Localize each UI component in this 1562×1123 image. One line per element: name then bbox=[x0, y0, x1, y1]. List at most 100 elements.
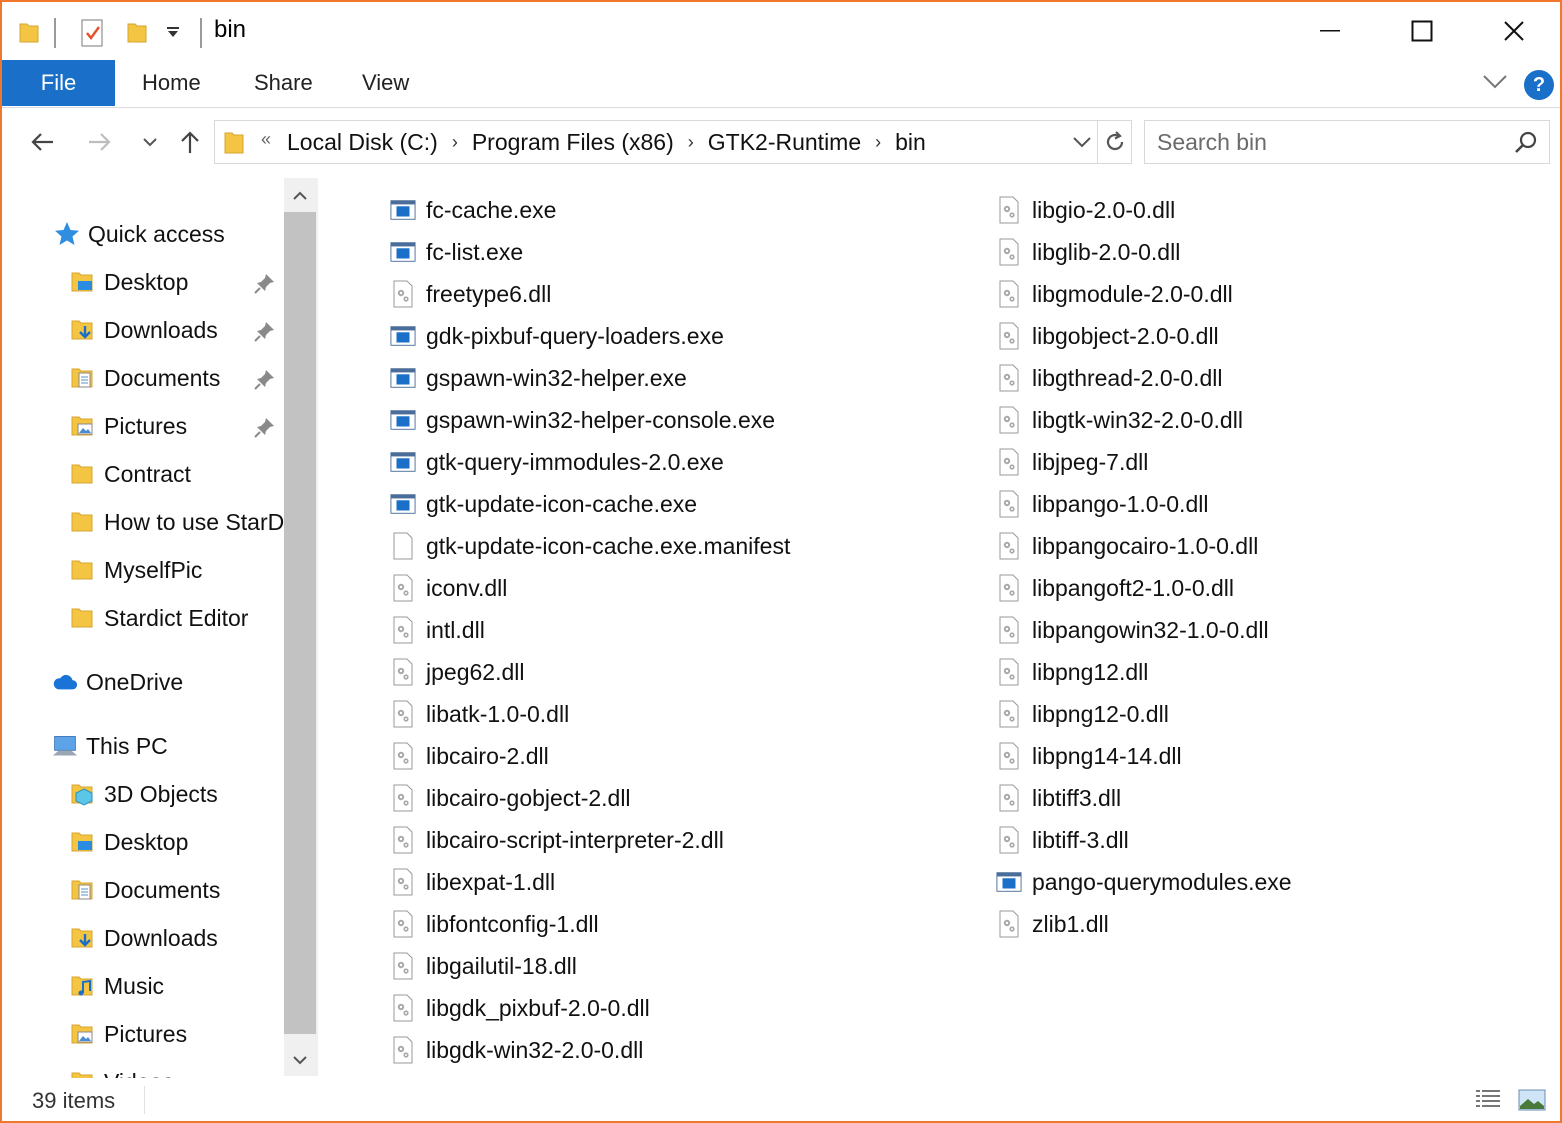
sidebar-item-3d-objects[interactable]: 3D Objects bbox=[70, 772, 218, 816]
file-item[interactable]: libcairo-gobject-2.dll bbox=[390, 778, 631, 818]
sidebar-item-documents[interactable]: Documents bbox=[70, 868, 220, 912]
file-item[interactable]: libexpat-1.dll bbox=[390, 862, 555, 902]
file-item[interactable]: fc-list.exe bbox=[390, 232, 523, 272]
sidebar-item-stardict-editor[interactable]: Stardict Editor bbox=[70, 596, 248, 640]
file-item[interactable]: libtiff3.dll bbox=[996, 778, 1121, 818]
close-button[interactable] bbox=[1468, 2, 1560, 60]
sidebar-item-videos[interactable]: Videos bbox=[70, 1060, 174, 1078]
sidebar-item-how-to-use-stard[interactable]: How to use StarD bbox=[70, 500, 284, 544]
refresh-button[interactable] bbox=[1098, 120, 1132, 164]
file-item[interactable]: libgthread-2.0-0.dll bbox=[996, 358, 1223, 398]
file-item[interactable]: zlib1.dll bbox=[996, 904, 1109, 944]
breadcrumb-separator-icon[interactable]: › bbox=[875, 132, 881, 153]
forward-arrow-icon[interactable] bbox=[82, 124, 118, 160]
file-item[interactable]: libpangowin32-1.0-0.dll bbox=[996, 610, 1269, 650]
pin-icon[interactable] bbox=[254, 368, 276, 390]
crumb-local-disk[interactable]: Local Disk (C:) bbox=[287, 129, 438, 156]
sidebar-item-contract[interactable]: Contract bbox=[70, 452, 191, 496]
sidebar-item-this-pc[interactable]: This PC bbox=[52, 724, 168, 768]
pin-icon[interactable] bbox=[254, 320, 276, 342]
sidebar-item-desktop[interactable]: Desktop bbox=[70, 820, 188, 864]
file-item[interactable]: libpangocairo-1.0-0.dll bbox=[996, 526, 1258, 566]
properties-icon[interactable] bbox=[80, 18, 106, 53]
crumb-bin[interactable]: bin bbox=[895, 129, 926, 156]
sidebar-item-desktop[interactable]: Desktop bbox=[70, 260, 188, 304]
sidebar-item-downloads[interactable]: Downloads bbox=[70, 308, 218, 352]
file-item[interactable]: iconv.dll bbox=[390, 568, 507, 608]
tab-file[interactable]: File bbox=[2, 60, 115, 106]
back-arrow-icon[interactable] bbox=[24, 124, 60, 160]
breadcrumb-separator-icon[interactable]: › bbox=[688, 132, 694, 153]
file-item[interactable]: libjpeg-7.dll bbox=[996, 442, 1148, 482]
sidebar-item-myselfpic[interactable]: MyselfPic bbox=[70, 548, 202, 592]
scroll-up-icon[interactable] bbox=[284, 180, 316, 212]
file-item[interactable]: jpeg62.dll bbox=[390, 652, 524, 692]
large-icons-view-icon[interactable] bbox=[1516, 1086, 1548, 1114]
crumb-program-files[interactable]: Program Files (x86) bbox=[472, 129, 674, 156]
sidebar-item-music[interactable]: Music bbox=[70, 964, 164, 1008]
tab-view[interactable]: View bbox=[362, 60, 409, 106]
search-icon[interactable] bbox=[1513, 130, 1539, 161]
sidebar-item-onedrive[interactable]: OneDrive bbox=[52, 660, 183, 704]
new-folder-icon[interactable] bbox=[126, 20, 148, 49]
up-arrow-icon[interactable] bbox=[172, 124, 208, 160]
file-item[interactable]: libpng14-14.dll bbox=[996, 736, 1182, 776]
file-item[interactable]: libgailutil-18.dll bbox=[390, 946, 577, 986]
address-bar[interactable]: « Local Disk (C:) › Program Files (x86) … bbox=[214, 120, 1098, 164]
file-item[interactable]: libtiff-3.dll bbox=[996, 820, 1129, 860]
file-item[interactable]: libgdk-win32-2.0-0.dll bbox=[390, 1030, 643, 1070]
maximize-button[interactable] bbox=[1376, 2, 1468, 60]
file-item[interactable]: pango-querymodules.exe bbox=[996, 862, 1292, 902]
scroll-down-icon[interactable] bbox=[284, 1044, 316, 1076]
file-item[interactable]: gtk-update-icon-cache.exe bbox=[390, 484, 697, 524]
file-item[interactable]: libgobject-2.0-0.dll bbox=[996, 316, 1219, 356]
file-item[interactable]: gtk-query-immodules-2.0.exe bbox=[390, 442, 724, 482]
address-dropdown-icon[interactable] bbox=[1070, 131, 1094, 153]
customize-qat-icon[interactable] bbox=[166, 26, 180, 44]
file-name: libgtk-win32-2.0-0.dll bbox=[1032, 406, 1243, 433]
file-item[interactable]: gtk-update-icon-cache.exe.manifest bbox=[390, 526, 790, 566]
file-item[interactable]: libpangoft2-1.0-0.dll bbox=[996, 568, 1234, 608]
pin-icon[interactable] bbox=[254, 416, 276, 438]
scrollbar-thumb[interactable] bbox=[284, 212, 316, 1034]
sidebar-item-pictures[interactable]: Pictures bbox=[70, 404, 187, 448]
file-item[interactable]: gspawn-win32-helper-console.exe bbox=[390, 400, 775, 440]
sidebar-item-downloads[interactable]: Downloads bbox=[70, 916, 218, 960]
sidebar-scrollbar[interactable] bbox=[284, 178, 316, 1076]
recent-locations-icon[interactable] bbox=[132, 124, 168, 160]
breadcrumb-separator-icon[interactable]: › bbox=[452, 132, 458, 153]
file-item[interactable]: libglib-2.0-0.dll bbox=[996, 232, 1180, 272]
file-item[interactable]: libpng12-0.dll bbox=[996, 694, 1169, 734]
minimize-button[interactable] bbox=[1284, 2, 1376, 60]
blank-file-icon bbox=[390, 532, 416, 560]
file-item[interactable]: libgtk-win32-2.0-0.dll bbox=[996, 400, 1243, 440]
file-item[interactable]: libatk-1.0-0.dll bbox=[390, 694, 569, 734]
tab-home[interactable]: Home bbox=[142, 60, 201, 106]
3d-objects-icon bbox=[70, 781, 96, 807]
file-item[interactable]: libfontconfig-1.dll bbox=[390, 904, 599, 944]
overflow-chevron-icon[interactable]: « bbox=[261, 129, 271, 150]
file-item[interactable]: freetype6.dll bbox=[390, 274, 551, 314]
file-item[interactable]: gdk-pixbuf-query-loaders.exe bbox=[390, 316, 724, 356]
file-item[interactable]: fc-cache.exe bbox=[390, 190, 556, 230]
file-item[interactable]: libgdk_pixbuf-2.0-0.dll bbox=[390, 988, 650, 1028]
sidebar-item-documents[interactable]: Documents bbox=[70, 356, 220, 400]
file-item[interactable]: libgio-2.0-0.dll bbox=[996, 190, 1175, 230]
tab-share[interactable]: Share bbox=[254, 60, 313, 106]
expand-ribbon-icon[interactable] bbox=[1480, 70, 1510, 96]
sidebar-item-quick-access[interactable]: Quick access bbox=[54, 212, 225, 256]
file-item[interactable]: libcairo-2.dll bbox=[390, 736, 549, 776]
pin-icon[interactable] bbox=[254, 272, 276, 294]
details-view-icon[interactable] bbox=[1472, 1086, 1504, 1114]
file-item[interactable]: intl.dll bbox=[390, 610, 485, 650]
file-item[interactable]: libgmodule-2.0-0.dll bbox=[996, 274, 1233, 314]
crumb-gtk2-runtime[interactable]: GTK2-Runtime bbox=[708, 129, 861, 156]
file-item[interactable]: libcairo-script-interpreter-2.dll bbox=[390, 820, 724, 860]
file-item[interactable]: gspawn-win32-helper.exe bbox=[390, 358, 687, 398]
help-button[interactable]: ? bbox=[1524, 70, 1554, 100]
search-input[interactable] bbox=[1145, 121, 1505, 163]
folder-icon bbox=[70, 461, 96, 487]
file-item[interactable]: libpango-1.0-0.dll bbox=[996, 484, 1208, 524]
sidebar-item-pictures[interactable]: Pictures bbox=[70, 1012, 187, 1056]
file-item[interactable]: libpng12.dll bbox=[996, 652, 1148, 692]
